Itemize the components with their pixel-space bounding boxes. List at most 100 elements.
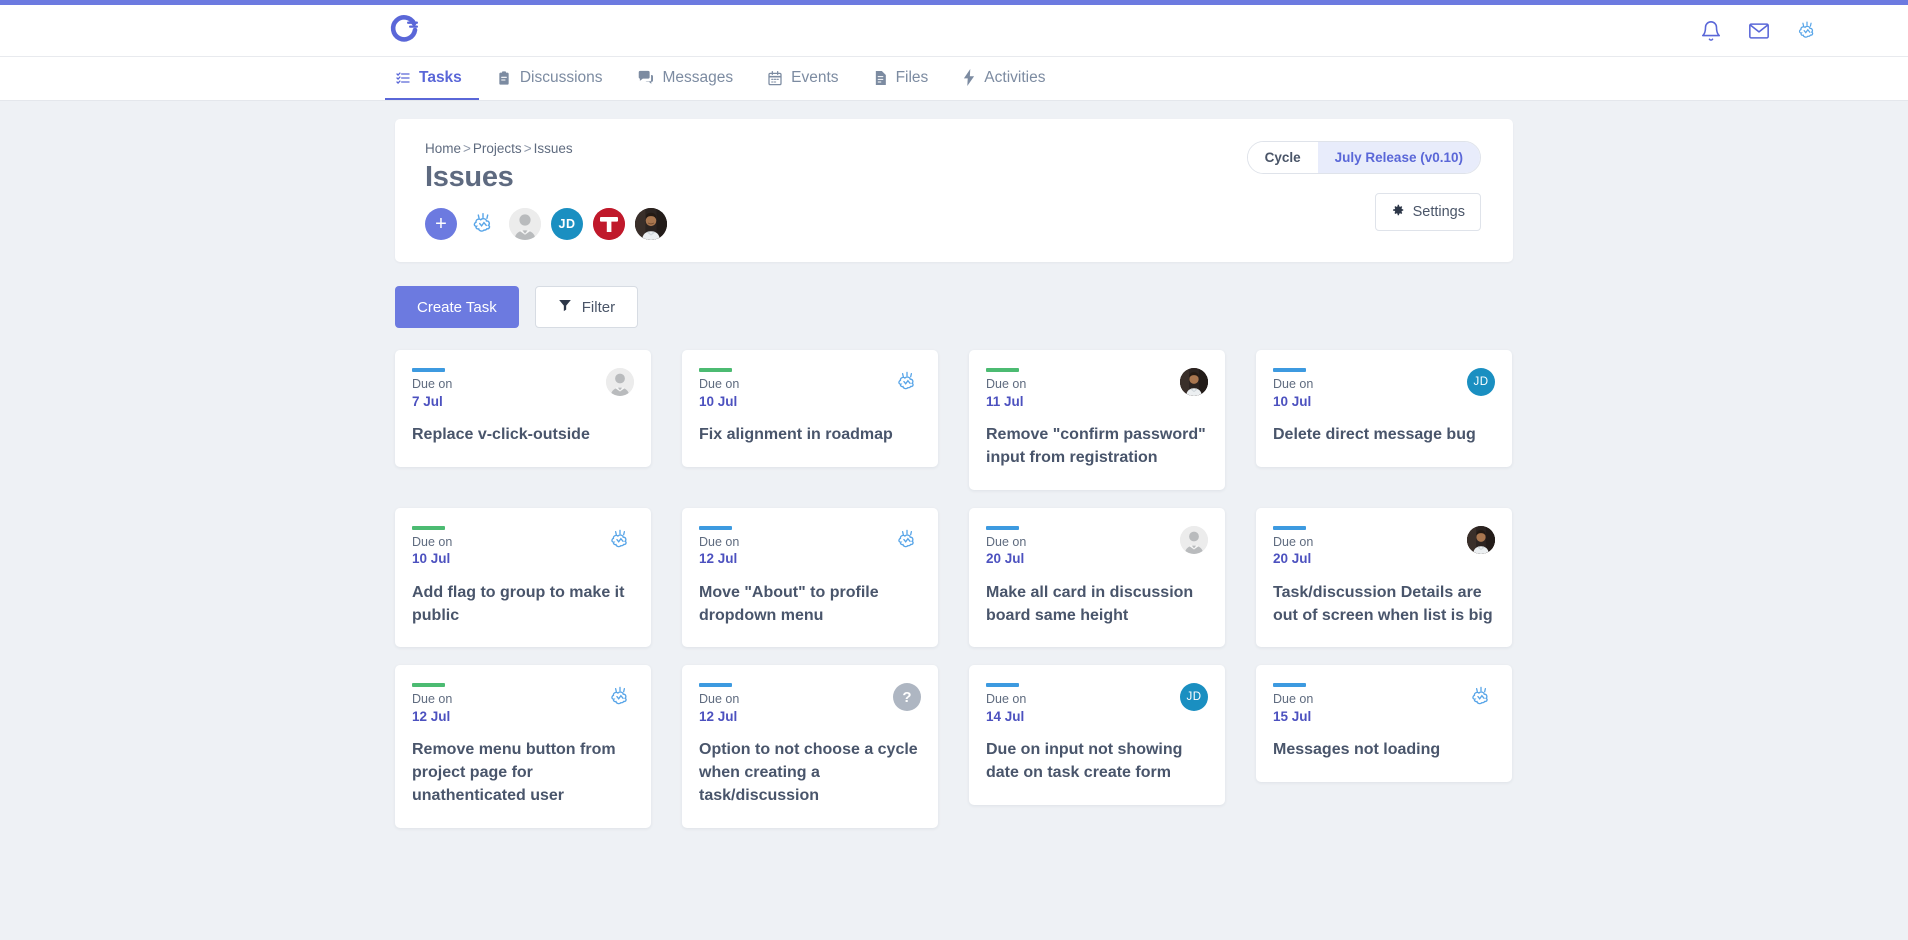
task-card[interactable]: Due on 20 Jul Task/discussion Details are… <box>1256 507 1512 648</box>
task-card[interactable]: Due on 10 Jul Add flag to group to make i… <box>395 507 651 648</box>
task-due-date: 11 Jul <box>986 393 1024 409</box>
notifications-bell-icon[interactable] <box>1698 18 1724 44</box>
card-avatar-brain-icon[interactable] <box>893 526 921 554</box>
question-mark-glyph: ? <box>902 688 912 706</box>
settings-button[interactable]: Settings <box>1374 193 1481 231</box>
nav-tab-tasks[interactable]: Tasks <box>385 57 479 100</box>
task-card[interactable]: Due on 10 Jul Fix alignment in roadmap <box>682 350 938 467</box>
task-status-bar <box>699 525 732 530</box>
card-avatar-question-icon[interactable]: ? <box>893 683 921 712</box>
task-card[interactable]: Due on 20 Jul Make all card in discussion… <box>969 507 1225 648</box>
task-card-title: Delete direct message bug <box>1273 426 1476 444</box>
card-avatar-brain-icon[interactable] <box>606 526 634 554</box>
member-avatar-t[interactable] <box>593 208 625 240</box>
page-body: Home > Projects > Issues Issues + JD Cyc… <box>0 101 1908 940</box>
task-due-block: Due on 10 Jul <box>1273 368 1313 410</box>
member-avatar-photo[interactable] <box>635 208 667 240</box>
breadcrumb-separator: > <box>523 141 532 156</box>
circular-g-logo-icon[interactable] <box>385 11 423 49</box>
card-avatar-initials: JD <box>1473 376 1489 388</box>
task-due-block: Due on 7 Jul <box>412 368 452 410</box>
settings-button-label: Settings <box>1412 204 1465 220</box>
nav-tab-label: Activities <box>984 68 1046 86</box>
task-card-header: Due on 12 Jul <box>699 525 921 568</box>
task-status-bar <box>412 683 445 688</box>
task-due-label: Due on <box>986 534 1027 549</box>
task-card[interactable]: Due on 14 Jul JD Due on input not showing d… <box>969 665 1225 805</box>
task-card-header: Due on 20 Jul <box>1273 525 1495 568</box>
task-status-bar <box>412 525 445 530</box>
task-card[interactable]: Due on 15 Jul Messages not loading <box>1256 665 1512 783</box>
project-header-card: Home > Projects > Issues Issues + JD Cyc… <box>395 119 1513 262</box>
breadcrumb-item-issues[interactable]: Issues <box>534 141 573 156</box>
breadcrumb-item-projects[interactable]: Projects <box>473 141 522 156</box>
task-card-title: Remove menu button from project page for… <box>412 741 616 804</box>
task-card-title: Task/discussion Details are out of scree… <box>1273 583 1493 624</box>
mail-envelope-icon[interactable] <box>1746 18 1772 44</box>
task-due-date: 10 Jul <box>1273 393 1312 409</box>
member-avatar-brain[interactable] <box>467 208 499 240</box>
member-avatar-row: + JD <box>425 208 667 240</box>
task-card-title: Move "About" to profile dropdown menu <box>699 583 879 624</box>
nav-tab-label: Tasks <box>419 68 462 86</box>
nav-tab-label: Events <box>791 68 839 86</box>
member-avatar-jd[interactable]: JD <box>551 208 583 240</box>
card-avatar-jd[interactable]: JD <box>1180 683 1208 712</box>
filter-button[interactable]: Filter <box>534 286 639 328</box>
task-due-block: Due on 14 Jul <box>986 683 1026 725</box>
task-card-grid: Due on 7 Jul Replace v-click-outside Due o… <box>395 350 1513 828</box>
task-card[interactable]: Due on 10 Jul JD Delete direct message bug <box>1256 350 1512 467</box>
task-card[interactable]: Due on 12 Jul Move "About" to profile dro… <box>682 507 938 648</box>
nav-tab-discussions[interactable]: Discussions <box>479 57 620 100</box>
card-avatar-brain-icon[interactable] <box>893 368 921 396</box>
card-avatar-brain-icon[interactable] <box>606 683 634 711</box>
task-status-bar <box>986 525 1019 530</box>
cycle-toggle-release[interactable]: July Release (v0.10) <box>1317 142 1480 173</box>
card-avatar-default-icon[interactable] <box>606 368 634 396</box>
create-task-button[interactable]: Create Task <box>395 286 519 328</box>
card-avatar-photo[interactable] <box>1180 368 1208 396</box>
task-card-header: Due on 10 Jul JD <box>1273 368 1495 410</box>
calendar-icon <box>767 70 783 86</box>
task-due-date: 10 Jul <box>412 551 451 567</box>
nav-tab-activities[interactable]: Activities <box>945 57 1062 100</box>
task-due-block: Due on 20 Jul <box>986 525 1027 568</box>
task-card-header: Due on 11 Jul <box>986 368 1208 410</box>
task-card-title: Make all card in discussion board same h… <box>986 583 1194 624</box>
cycle-toggle-cycle[interactable]: Cycle <box>1247 142 1318 173</box>
card-avatar-brain-icon[interactable] <box>1467 683 1495 711</box>
task-card[interactable]: Due on 12 Jul Remove menu button from pro… <box>395 665 651 828</box>
card-avatar-jd[interactable]: JD <box>1467 368 1495 396</box>
action-bar: Create Task Filter <box>395 286 1513 328</box>
task-status-bar <box>1273 683 1306 688</box>
task-card-header: Due on 20 Jul <box>986 525 1208 568</box>
card-avatar-photo[interactable] <box>1467 525 1495 554</box>
task-card[interactable]: Due on 11 Jul Remove "confirm password" i… <box>969 350 1225 490</box>
task-due-label: Due on <box>986 692 1027 707</box>
add-member-button[interactable]: + <box>425 208 457 240</box>
brain-avatar-icon[interactable] <box>1794 18 1820 44</box>
task-card-title: Fix alignment in roadmap <box>699 426 893 444</box>
nav-tab-messages[interactable]: Messages <box>620 57 751 100</box>
task-due-date: 20 Jul <box>1273 551 1312 567</box>
funnel-icon <box>558 298 572 316</box>
task-status-bar <box>1273 368 1306 372</box>
task-card[interactable]: Due on 12 Jul? Option to not choose a cycl… <box>682 665 938 828</box>
task-due-date: 20 Jul <box>986 551 1025 567</box>
nav-tab-files[interactable]: Files <box>856 57 946 100</box>
add-member-label: + <box>435 212 447 235</box>
member-avatar-default[interactable] <box>509 208 541 240</box>
task-due-label: Due on <box>412 692 453 707</box>
card-avatar-default-icon[interactable] <box>1180 525 1208 554</box>
breadcrumb-item-home[interactable]: Home <box>425 141 461 156</box>
nav-tab-events[interactable]: Events <box>750 57 855 100</box>
task-due-block: Due on 11 Jul <box>986 368 1026 410</box>
task-due-label: Due on <box>1273 534 1314 549</box>
file-icon <box>873 70 888 86</box>
task-card-header: Due on 15 Jul <box>1273 683 1495 725</box>
breadcrumb-separator: > <box>463 141 471 156</box>
cycle-toggle: Cycle July Release (v0.10) <box>1246 141 1481 174</box>
project-header-right: Cycle July Release (v0.10) Settings <box>1246 141 1481 231</box>
task-card[interactable]: Due on 7 Jul Replace v-click-outside <box>395 350 651 467</box>
task-card-header: Due on 14 Jul JD <box>986 683 1208 725</box>
